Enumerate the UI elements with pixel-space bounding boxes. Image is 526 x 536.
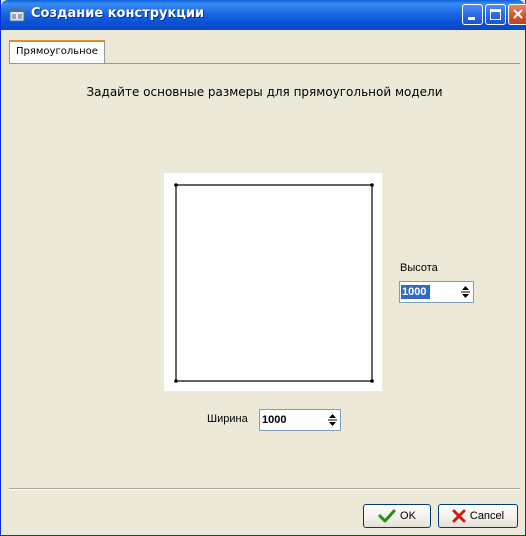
width-input[interactable] xyxy=(260,410,318,430)
instruction-text: Задайте основные размеры для прямоугольн… xyxy=(86,85,443,99)
dialog-window: Создание конструкции Прямоугольное Задай… xyxy=(0,0,526,536)
tab-rectangular[interactable]: Прямоугольное xyxy=(9,40,105,64)
width-spinner[interactable] xyxy=(259,409,341,431)
spin-arrows-icon[interactable] xyxy=(327,412,338,428)
close-button[interactable] xyxy=(508,4,526,25)
ok-button[interactable]: OK xyxy=(363,504,431,528)
height-spinner[interactable] xyxy=(399,281,474,303)
window-icon xyxy=(9,7,25,23)
minimize-button[interactable] xyxy=(462,4,483,25)
checkmark-icon xyxy=(378,509,396,523)
maximize-icon xyxy=(490,9,501,20)
title-bar[interactable]: Создание конструкции xyxy=(1,0,526,30)
shape-preview xyxy=(164,173,382,391)
height-label: Высота xyxy=(400,262,438,274)
rectangle-drawing xyxy=(174,183,374,383)
footer-divider xyxy=(9,488,520,490)
minimize-icon xyxy=(468,17,475,20)
height-input[interactable] xyxy=(400,282,458,302)
cancel-x-icon xyxy=(452,509,466,523)
width-label: Ширина xyxy=(207,413,248,425)
window-title: Создание конструкции xyxy=(31,6,205,21)
cancel-label: Cancel xyxy=(469,510,505,522)
cancel-button[interactable]: Cancel xyxy=(438,504,518,528)
close-icon xyxy=(513,9,523,19)
spin-arrows-icon[interactable] xyxy=(460,284,471,300)
ok-label: OK xyxy=(400,510,416,522)
maximize-button[interactable] xyxy=(485,4,506,25)
